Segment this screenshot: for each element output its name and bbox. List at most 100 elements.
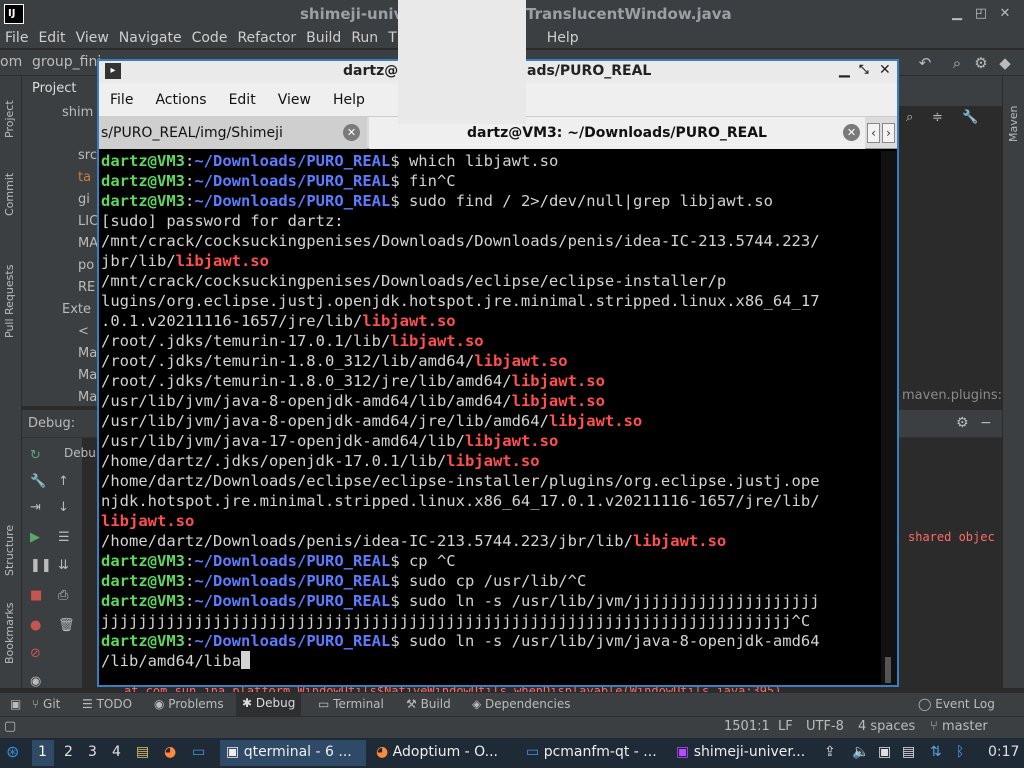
project-tool-tab[interactable]: Project <box>3 100 16 138</box>
search-icon[interactable]: ⌕ <box>906 110 913 125</box>
maximize-icon[interactable]: ⤡ <box>859 62 869 77</box>
close-icon[interactable]: ✕ <box>879 62 891 78</box>
scrollbar-thumb[interactable] <box>885 657 891 683</box>
nav-prefix[interactable]: om <box>0 54 22 70</box>
project-panel-title[interactable]: Project <box>32 81 76 103</box>
mute-breakpoints-icon[interactable]: ⊘ <box>30 646 41 661</box>
terminal-tab-1[interactable]: s/PURO_REAL/img/Shimeji <box>99 117 367 149</box>
menu-edit[interactable]: Edit <box>33 28 70 48</box>
camera-icon[interactable]: ◉ <box>30 674 41 689</box>
file-manager-launcher-icon[interactable]: ▤ <box>136 744 149 760</box>
network-tray-icon[interactable]: ⇅ <box>930 744 942 760</box>
step-icon[interactable]: ⇥ <box>30 500 41 515</box>
filter-icon[interactable]: ≑ <box>932 110 943 125</box>
pause-icon[interactable]: ❚❚ <box>30 558 52 573</box>
minimize-icon[interactable]: ▁ <box>839 62 850 78</box>
todo-tool[interactable]: ☰ TODO <box>82 697 132 711</box>
dependencies-tool[interactable]: ◈ Dependencies <box>472 697 570 711</box>
task-qterminal[interactable]: ▣ qterminal - 6 ... <box>220 740 366 766</box>
tree-item[interactable]: Exte <box>62 302 91 324</box>
tree-item[interactable]: RE <box>78 280 95 302</box>
stop-icon[interactable]: ■ <box>30 588 42 603</box>
file-encoding[interactable]: UTF-8 <box>806 719 844 734</box>
terminal-menu-actions[interactable]: Actions <box>144 83 217 116</box>
tree-item[interactable]: src <box>78 148 97 170</box>
tree-item[interactable]: shim <box>62 105 93 127</box>
display-tray-icon[interactable]: ▣ <box>878 744 891 760</box>
tree-item[interactable]: MA <box>78 236 98 258</box>
up-arrow-icon[interactable]: ↑ <box>58 474 69 489</box>
debug-tab[interactable]: Debu <box>64 446 96 460</box>
close-icon[interactable]: ✕ <box>996 6 1014 22</box>
menu-navigate[interactable]: Navigate <box>114 28 187 48</box>
down-arrow-icon[interactable]: ↓ <box>58 500 69 515</box>
volume-tray-icon[interactable]: 🔈 <box>852 744 869 760</box>
workspace-4[interactable]: 4 <box>112 744 121 760</box>
breakpoints-icon[interactable]: ● <box>30 618 41 633</box>
commit-tool-tab[interactable]: Commit <box>3 173 16 216</box>
git-branch[interactable]: ⑂ master <box>930 719 988 734</box>
rerun-icon[interactable]: ↻ <box>30 448 41 463</box>
maven-tool-tab[interactable]: Maven <box>1007 106 1020 142</box>
bluetooth-tray-icon[interactable]: ᛒ <box>956 744 964 760</box>
build-tool[interactable]: ⚒ Build <box>406 697 451 711</box>
git-tool[interactable]: ⑂ Git <box>32 697 60 711</box>
tree-item[interactable]: ta <box>78 170 91 192</box>
soft-wrap-icon[interactable]: ☰ <box>58 530 70 545</box>
menu-file[interactable]: File <box>0 28 33 48</box>
terminal-menu-edit[interactable]: Edit <box>218 83 267 116</box>
event-log-tool[interactable]: ◯ Event Log <box>918 697 995 711</box>
workspace-2[interactable]: 2 <box>64 744 73 760</box>
upload-tray-icon[interactable]: ⇪ <box>824 744 836 760</box>
tab-close-icon[interactable]: ✕ <box>843 124 860 141</box>
desktop-launcher-icon[interactable]: ▭ <box>192 744 205 760</box>
scroll-to-end-icon[interactable]: ⇊ <box>58 558 69 573</box>
terminal-tool[interactable]: ▭ Terminal <box>318 697 384 711</box>
task-adoptium[interactable]: ◕ Adoptium - O... <box>370 740 518 766</box>
terminal-menu-view[interactable]: View <box>267 83 322 116</box>
tab-close-icon[interactable]: ✕ <box>343 124 360 141</box>
tree-item[interactable]: gi <box>78 192 90 214</box>
clipboard-tray-icon[interactable]: ▤ <box>902 744 915 760</box>
terminal-menu-help[interactable]: Help <box>322 83 376 116</box>
menu-refactor[interactable]: Refactor <box>232 28 301 48</box>
search-icon[interactable]: ⌕ <box>948 54 966 72</box>
terminal-menu-file[interactable]: File <box>99 83 144 116</box>
menu-view[interactable]: View <box>71 28 114 48</box>
menu-run[interactable]: Run <box>346 28 383 48</box>
trash-icon[interactable]: 🗑 <box>58 618 75 633</box>
problems-tool[interactable]: ◉ Problems <box>154 697 224 711</box>
settings-icon[interactable]: ⚙ <box>956 415 969 431</box>
tree-item[interactable]: < <box>78 324 89 346</box>
tab-scroll-left-icon[interactable]: ‹ <box>867 123 880 143</box>
terminal-output[interactable]: dartz@VM3:~/Downloads/PURO_REAL$ which l… <box>99 151 879 685</box>
status-layout-icon[interactable]: ▣ <box>10 697 21 711</box>
maximize-icon[interactable]: ◰ <box>972 6 990 22</box>
line-separator[interactable]: LF <box>778 719 793 734</box>
settings-icon[interactable]: ⚙ <box>972 54 990 72</box>
menu-build[interactable]: Build <box>301 28 346 48</box>
minimize-icon[interactable]: ▁ <box>948 6 966 22</box>
hide-panel-icon[interactable]: − <box>980 415 992 431</box>
menu-code[interactable]: Code <box>187 28 233 48</box>
workspace-3[interactable]: 3 <box>88 744 97 760</box>
menu-help[interactable]: Help <box>542 28 584 48</box>
undo-icon[interactable]: ↶ <box>916 54 934 72</box>
tree-item[interactable]: Ma <box>78 390 97 412</box>
tree-item[interactable]: Ma <box>78 346 97 368</box>
start-menu-icon[interactable]: ⊛ <box>6 742 19 761</box>
caret-position[interactable]: 1501:1 <box>724 719 770 734</box>
tree-item[interactable]: Ma <box>78 368 97 390</box>
terminal-scrollbar[interactable] <box>881 151 897 685</box>
pull-requests-tool-tab[interactable]: Pull Requests <box>3 265 16 338</box>
wrench-icon[interactable]: 🔧 <box>30 474 46 489</box>
bookmarks-tool-tab[interactable]: Bookmarks <box>3 603 16 664</box>
firefox-launcher-icon[interactable]: ◕ <box>164 744 176 760</box>
workspace-1[interactable]: 1 <box>32 740 54 766</box>
status-icon[interactable]: ▢ <box>4 719 16 734</box>
indent-setting[interactable]: 4 spaces <box>858 719 915 734</box>
tree-item[interactable]: LIC <box>78 214 98 236</box>
breadcrumb[interactable]: group_fini <box>32 54 101 70</box>
debug-tool[interactable]: ✱ Debug <box>236 693 302 716</box>
print-icon[interactable]: ⎙ <box>58 588 68 603</box>
